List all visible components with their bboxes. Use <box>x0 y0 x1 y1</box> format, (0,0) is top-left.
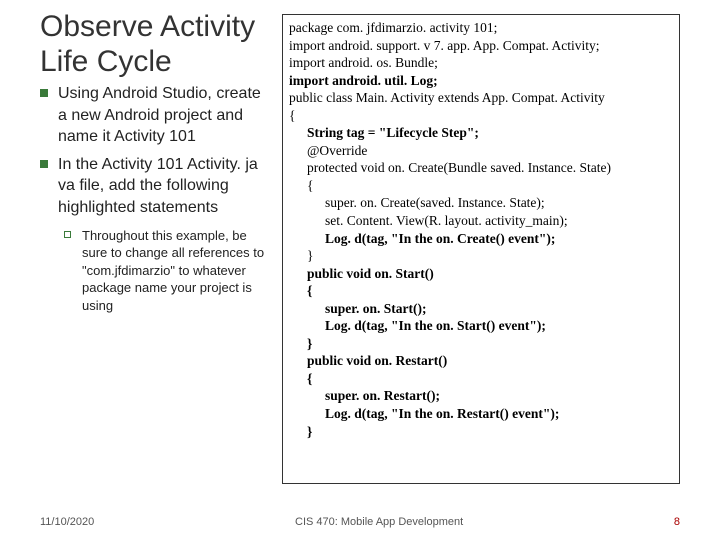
code-line: super. on. Restart(); <box>289 387 673 405</box>
bullet-list: Using Android Studio, create a new Andro… <box>40 83 270 219</box>
bullet-item: Using Android Studio, create a new Andro… <box>40 83 270 148</box>
code-line: import android. os. Bundle; <box>289 54 673 72</box>
code-line: { <box>289 177 673 195</box>
code-line: Log. d(tag, "In the on. Restart() event"… <box>289 405 673 423</box>
code-line: import android. support. v 7. app. App. … <box>289 37 673 55</box>
hollow-square-bullet-icon <box>64 231 71 238</box>
code-line: { <box>289 107 673 125</box>
code-line: } <box>289 335 673 353</box>
sub-bullet-list: Throughout this example, be sure to chan… <box>64 227 270 315</box>
footer-page-number: 8 <box>674 516 680 528</box>
code-line: protected void on. Create(Bundle saved. … <box>289 159 673 177</box>
code-line: super. on. Create(saved. Instance. State… <box>289 194 673 212</box>
code-line: Log. d(tag, "In the on. Create() event")… <box>289 230 673 248</box>
footer-date: 11/10/2020 <box>40 516 94 528</box>
code-line: Log. d(tag, "In the on. Start() event"); <box>289 317 673 335</box>
code-line: String tag = "Lifecycle Step"; <box>289 124 673 142</box>
code-line: public void on. Restart() <box>289 352 673 370</box>
code-line: @Override <box>289 142 673 160</box>
sub-bullet-text: Throughout this example, be sure to chan… <box>82 228 264 313</box>
code-line: { <box>289 370 673 388</box>
code-line: } <box>289 247 673 265</box>
bullet-item: In the Activity 101 Activity. ja va file… <box>40 154 270 219</box>
code-line: } <box>289 423 673 441</box>
code-line: public class Main. Activity extends App.… <box>289 89 673 107</box>
bullet-text: In the Activity 101 Activity. ja va file… <box>58 156 258 216</box>
code-line: { <box>289 282 673 300</box>
slide: Observe Activity Life Cycle Using Androi… <box>0 0 720 540</box>
slide-title: Observe Activity Life Cycle <box>40 10 270 79</box>
bullet-text: Using Android Studio, create a new Andro… <box>58 85 261 145</box>
code-line: public void on. Start() <box>289 265 673 283</box>
code-block: package com. jfdimarzio. activity 101; i… <box>282 14 680 484</box>
square-bullet-icon <box>40 89 48 97</box>
code-line: set. Content. View(R. layout. activity_m… <box>289 212 673 230</box>
left-column: Observe Activity Life Cycle Using Androi… <box>40 10 280 314</box>
code-line: import android. util. Log; <box>289 72 673 90</box>
footer-course: CIS 470: Mobile App Development <box>295 516 463 528</box>
code-line: package com. jfdimarzio. activity 101; <box>289 19 673 37</box>
sub-bullet-item: Throughout this example, be sure to chan… <box>64 227 270 315</box>
code-line: super. on. Start(); <box>289 300 673 318</box>
square-bullet-icon <box>40 160 48 168</box>
